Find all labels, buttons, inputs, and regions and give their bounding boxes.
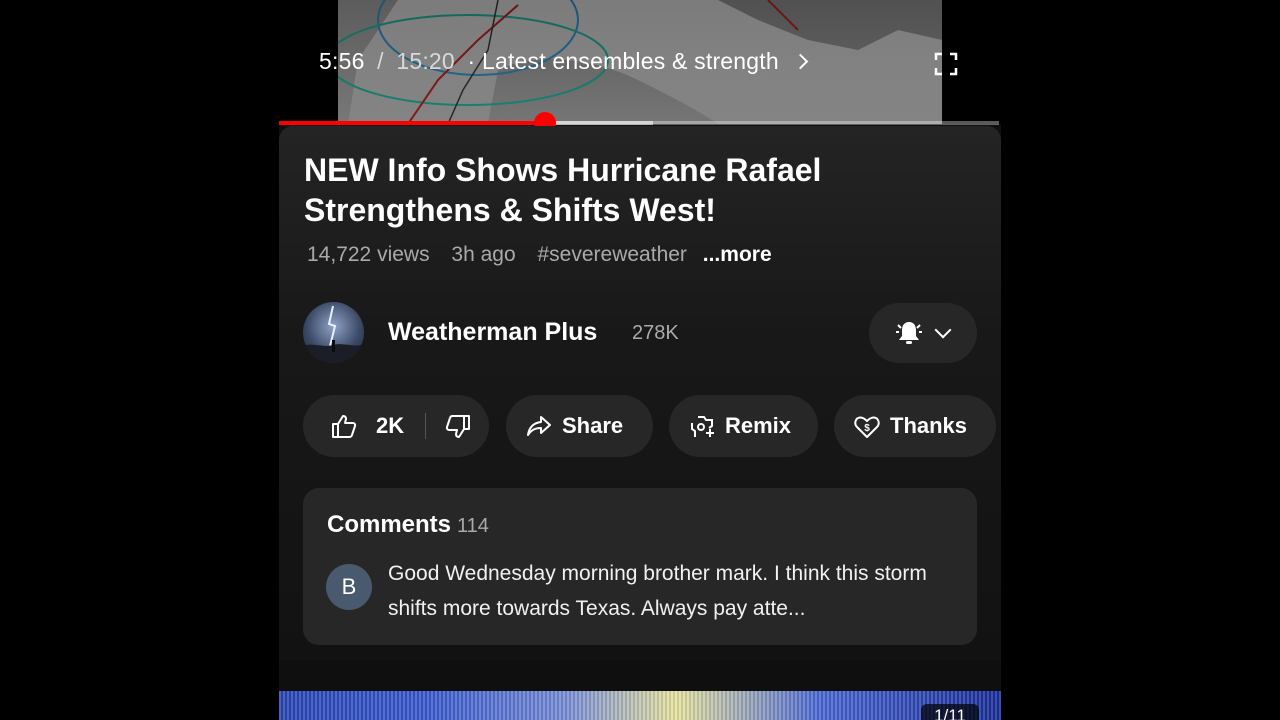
channel-row[interactable]: Weatherman Plus 278K bbox=[303, 302, 977, 364]
share-label: Share bbox=[562, 413, 624, 438]
like-divider bbox=[425, 413, 426, 439]
like-dislike-group: 2K bbox=[303, 395, 489, 457]
like-count[interactable]: 2K bbox=[376, 413, 404, 439]
comments-header: Comments 114 bbox=[327, 511, 489, 539]
progress-bar[interactable] bbox=[279, 112, 999, 134]
subscriber-count: 278K bbox=[632, 322, 679, 344]
fullscreen-icon[interactable] bbox=[934, 52, 958, 76]
section-separator bbox=[279, 660, 1001, 691]
remix-icon bbox=[691, 416, 714, 437]
remix-button[interactable]: Remix bbox=[669, 395, 818, 457]
video-player[interactable]: 5:56 / 15:20 · Latest ensembles & streng… bbox=[279, 0, 1001, 134]
notification-button[interactable] bbox=[869, 303, 977, 363]
share-button[interactable]: Share bbox=[506, 395, 653, 457]
image-count-badge: 1/11 bbox=[921, 704, 979, 720]
comments-count: 114 bbox=[457, 515, 489, 537]
thanks-button[interactable]: $ Thanks bbox=[834, 395, 996, 457]
video-meta[interactable]: 14,722 views 3h ago #severeweather ...mo… bbox=[307, 243, 788, 267]
next-video-thumbnail[interactable] bbox=[279, 691, 1001, 720]
progress-played bbox=[279, 121, 546, 125]
upload-age: 3h ago bbox=[451, 243, 516, 266]
channel-avatar[interactable] bbox=[303, 302, 364, 363]
more-link[interactable]: ...more bbox=[703, 243, 772, 266]
time-separator: / bbox=[377, 48, 384, 74]
svg-text:$: $ bbox=[864, 423, 870, 434]
action-bar: 2K Share Remix $ Thanks bbox=[303, 395, 1001, 457]
comments-card[interactable]: Comments 114 B Good Wednesday morning bro… bbox=[303, 488, 977, 645]
hashtag-link[interactable]: #severeweather bbox=[538, 243, 687, 266]
channel-name[interactable]: Weatherman Plus bbox=[388, 318, 597, 347]
commenter-avatar: B bbox=[326, 564, 372, 610]
chevron-right-icon[interactable] bbox=[793, 53, 809, 70]
chevron-down-icon bbox=[934, 321, 952, 339]
top-comment-text: Good Wednesday morning brother mark. I t… bbox=[388, 562, 927, 620]
thumbs-up-icon[interactable] bbox=[331, 413, 357, 439]
time-display[interactable]: 5:56 / 15:20 · Latest ensembles & streng… bbox=[319, 48, 809, 75]
bell-icon bbox=[896, 322, 922, 344]
video-title[interactable]: NEW Info Shows Hurricane Rafael Strength… bbox=[304, 150, 944, 230]
thumbs-down-icon[interactable] bbox=[445, 414, 471, 440]
current-time: 5:56 bbox=[319, 48, 365, 74]
thumbnail-texture bbox=[279, 691, 1001, 720]
view-count: 14,722 views bbox=[307, 243, 430, 266]
share-icon bbox=[527, 416, 551, 436]
chapter-title[interactable]: · Latest ensembles & strength bbox=[468, 48, 779, 74]
comments-title: Comments bbox=[327, 511, 452, 538]
thanks-label: Thanks bbox=[890, 413, 968, 438]
thanks-icon: $ bbox=[854, 416, 880, 438]
total-time: 15:20 bbox=[396, 48, 455, 74]
app-frame: 5:56 / 15:20 · Latest ensembles & streng… bbox=[279, 0, 1001, 720]
remix-label: Remix bbox=[725, 413, 792, 438]
